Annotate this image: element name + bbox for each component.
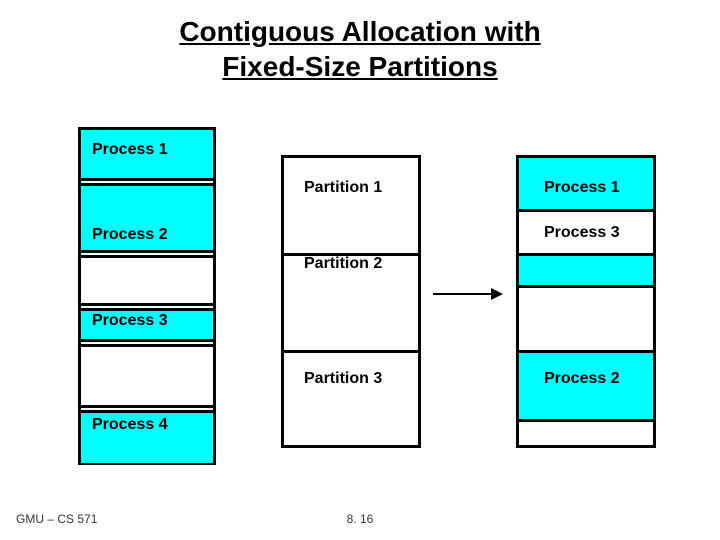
partition-2-label: Partition 2 (304, 255, 382, 273)
alloc-p2-bottom (519, 419, 653, 422)
alloc-p1-bottom (519, 209, 653, 212)
partition-column (281, 155, 421, 448)
footer-center: 8. 16 (0, 512, 720, 526)
title-line-2: Fixed-Size Partitions (222, 51, 497, 82)
process-1-label: Process 1 (92, 141, 168, 159)
title-line-1: Contiguous Allocation with (179, 16, 540, 47)
partition-1-label: Partition 1 (304, 179, 382, 197)
page-title: Contiguous Allocation with Fixed-Size Pa… (0, 0, 720, 84)
allocated-column (516, 155, 656, 448)
process-4-label: Process 4 (92, 416, 168, 434)
arrow-icon (433, 293, 501, 295)
partition-divider-2 (284, 350, 418, 353)
process-3-label: Process 3 (92, 312, 168, 330)
alloc-p3-label: Process 3 (544, 224, 620, 242)
alloc-p3-bottom (519, 285, 653, 288)
partition-3-label: Partition 3 (304, 370, 382, 388)
process-queue-column (78, 127, 216, 465)
alloc-p1-label: Process 1 (544, 179, 620, 197)
alloc-p3-seg (519, 256, 653, 285)
alloc-p2-label: Process 2 (544, 370, 620, 388)
process-2-label: Process 2 (92, 226, 168, 244)
